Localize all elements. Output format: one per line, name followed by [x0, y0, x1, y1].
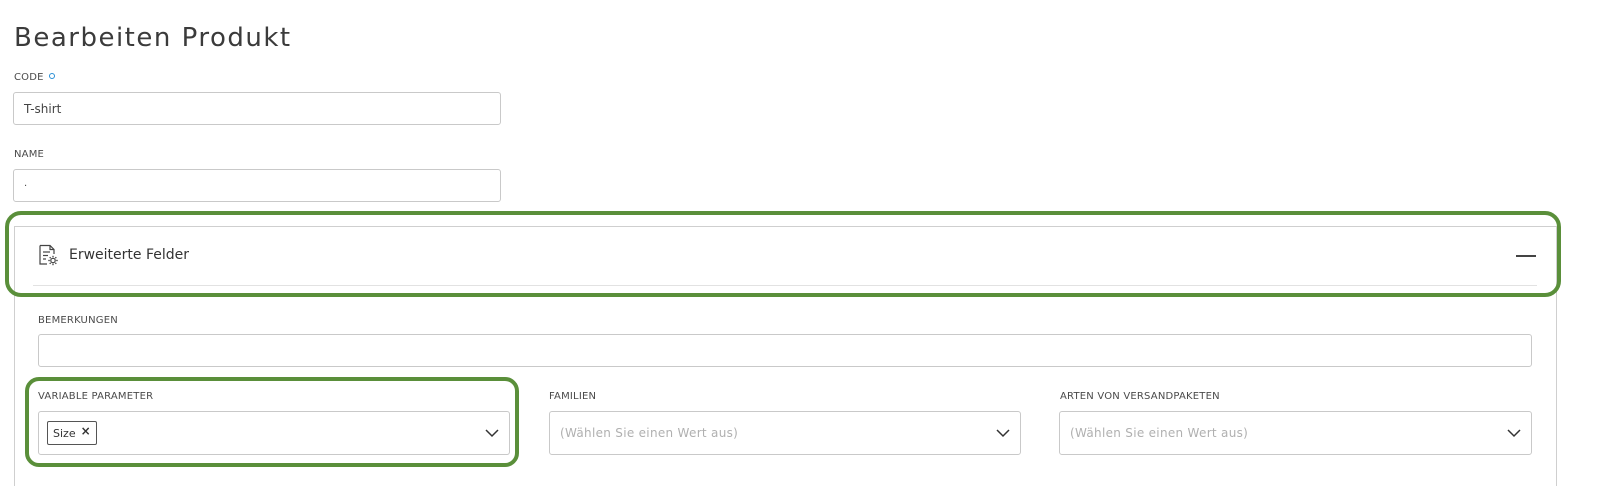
advanced-fields-title[interactable]: Erweiterte Felder	[69, 247, 189, 263]
package-types-select[interactable]: (Wählen Sie einen Wert aus)	[1059, 411, 1532, 455]
chevron-down-icon[interactable]	[485, 428, 499, 438]
code-field[interactable]: T-shirt	[13, 92, 501, 125]
chevron-down-icon[interactable]	[1507, 428, 1521, 438]
panel-header-divider	[33, 285, 1537, 286]
code-label: CODE	[14, 72, 55, 83]
package-types-placeholder: (Wählen Sie einen Wert aus)	[1070, 426, 1249, 440]
name-field[interactable]: .	[13, 169, 501, 202]
families-placeholder: (Wählen Sie einen Wert aus)	[560, 426, 739, 440]
required-indicator-icon	[48, 73, 55, 79]
package-types-label: ARTEN VON VERSANDPAKETEN	[1060, 391, 1220, 402]
code-label-text: CODE	[14, 72, 44, 83]
name-label: NAME	[14, 149, 45, 160]
families-label: FAMILIEN	[549, 391, 597, 402]
document-settings-icon	[39, 244, 58, 266]
variable-parameter-select[interactable]: Size ×	[38, 411, 510, 455]
remarks-field[interactable]	[38, 334, 1532, 367]
page-title: Bearbeiten Produkt	[14, 23, 292, 54]
code-field-value: T-shirt	[24, 101, 62, 116]
chevron-down-icon[interactable]	[996, 428, 1010, 438]
minus-icon[interactable]	[1515, 254, 1537, 258]
families-select[interactable]: (Wählen Sie einen Wert aus)	[549, 411, 1021, 455]
tag-chip: Size ×	[47, 421, 97, 445]
name-field-value: .	[24, 178, 28, 189]
variable-parameter-label: VARIABLE PARAMETER	[38, 391, 154, 402]
tag-label: Size	[53, 426, 76, 440]
tag-remove-icon[interactable]: ×	[81, 424, 91, 438]
remarks-label: BEMERKUNGEN	[38, 315, 118, 326]
